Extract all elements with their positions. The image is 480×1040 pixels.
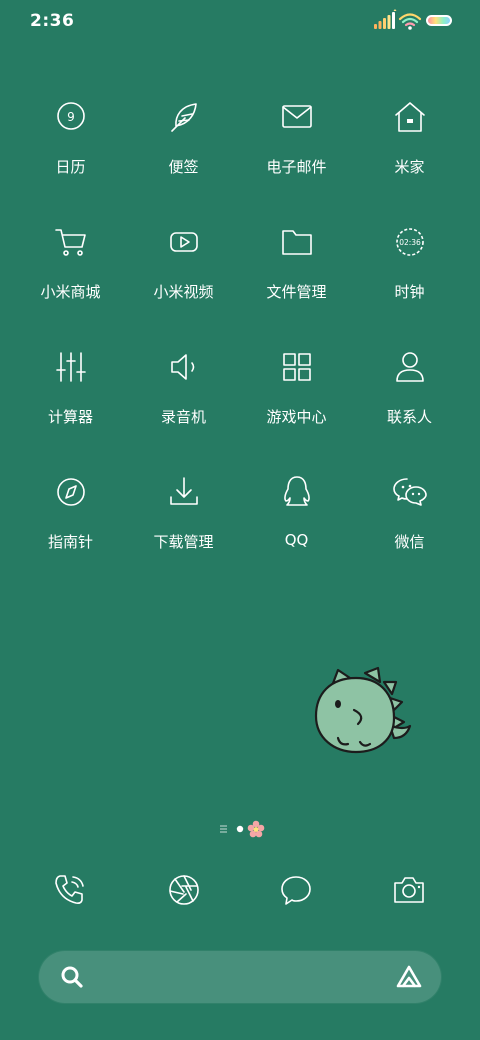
aperture-icon[interactable] bbox=[166, 872, 202, 908]
app-label: 联系人 bbox=[386, 408, 432, 426]
calendar-date: 9 bbox=[67, 110, 75, 124]
wifi-icon bbox=[398, 13, 422, 30]
app-file-manager[interactable]: 文件管理 bbox=[240, 215, 353, 325]
app-label: 文件管理 bbox=[266, 283, 327, 301]
signal-icon bbox=[374, 9, 397, 29]
status-icons bbox=[374, 9, 454, 33]
app-qq[interactable]: QQ bbox=[240, 465, 353, 575]
app-notes[interactable]: 便签 bbox=[127, 90, 240, 200]
app-calculator[interactable]: 计算器 bbox=[14, 340, 127, 450]
app-label: 米家 bbox=[394, 158, 425, 176]
app-clock[interactable]: 02:36 时钟 bbox=[353, 215, 466, 325]
app-label: 录音机 bbox=[160, 408, 206, 426]
folder-icon bbox=[278, 223, 316, 261]
grid-icon bbox=[278, 348, 316, 386]
status-bar: 2:36 bbox=[0, 0, 480, 40]
penguin-icon bbox=[278, 473, 316, 511]
speaker-icon bbox=[165, 348, 203, 386]
app-label: 小米商城 bbox=[40, 283, 101, 301]
app-wechat[interactable]: 微信 bbox=[353, 465, 466, 575]
app-mijia[interactable]: 米家 bbox=[353, 90, 466, 200]
person-icon bbox=[391, 348, 429, 386]
feather-icon bbox=[165, 98, 203, 136]
app-compass[interactable]: 指南针 bbox=[14, 465, 127, 575]
home-icon bbox=[391, 98, 429, 136]
phone-icon[interactable] bbox=[52, 872, 88, 908]
app-label: 计算器 bbox=[47, 408, 93, 426]
mail-icon bbox=[278, 98, 316, 136]
page-dot-current[interactable] bbox=[236, 825, 244, 833]
app-mi-video[interactable]: 小米视频 bbox=[127, 215, 240, 325]
app-contacts[interactable]: 联系人 bbox=[353, 340, 466, 450]
app-label: 小米视频 bbox=[153, 283, 214, 301]
dinosaur-sticker bbox=[310, 664, 414, 760]
app-game-center[interactable]: 游戏中心 bbox=[240, 340, 353, 450]
app-label: 指南针 bbox=[47, 533, 93, 551]
page-indicator bbox=[0, 820, 480, 840]
app-downloads[interactable]: 下载管理 bbox=[127, 465, 240, 575]
search-bar[interactable] bbox=[39, 951, 441, 1003]
app-label: 下载管理 bbox=[153, 533, 214, 551]
app-label: QQ bbox=[284, 531, 309, 549]
wechat-icon bbox=[391, 473, 429, 511]
app-label: 日历 bbox=[55, 158, 86, 176]
play-icon bbox=[165, 223, 203, 261]
compass-icon bbox=[52, 473, 90, 511]
clock-time: 02:36 bbox=[399, 238, 421, 247]
message-icon[interactable] bbox=[278, 872, 314, 908]
camera-icon[interactable] bbox=[391, 872, 427, 908]
search-icon[interactable] bbox=[59, 964, 85, 990]
cart-icon bbox=[52, 223, 90, 261]
app-label: 时钟 bbox=[394, 283, 425, 301]
app-label: 便签 bbox=[168, 158, 199, 176]
sliders-icon bbox=[52, 348, 90, 386]
app-recorder[interactable]: 录音机 bbox=[127, 340, 240, 450]
app-email[interactable]: 电子邮件 bbox=[240, 90, 353, 200]
flower-page-icon[interactable] bbox=[247, 820, 265, 838]
calendar-icon: 9 bbox=[52, 98, 90, 136]
download-icon bbox=[165, 473, 203, 511]
feed-page-icon[interactable] bbox=[220, 825, 227, 833]
clock-icon: 02:36 bbox=[391, 223, 429, 261]
assistant-icon[interactable] bbox=[395, 964, 423, 990]
app-mi-store[interactable]: 小米商城 bbox=[14, 215, 127, 325]
app-label: 电子邮件 bbox=[266, 158, 327, 176]
status-time: 2:36 bbox=[30, 11, 75, 31]
battery-icon bbox=[426, 15, 452, 26]
app-label: 游戏中心 bbox=[266, 408, 327, 426]
app-calendar[interactable]: 9 日历 bbox=[14, 90, 127, 200]
app-label: 微信 bbox=[394, 533, 425, 551]
